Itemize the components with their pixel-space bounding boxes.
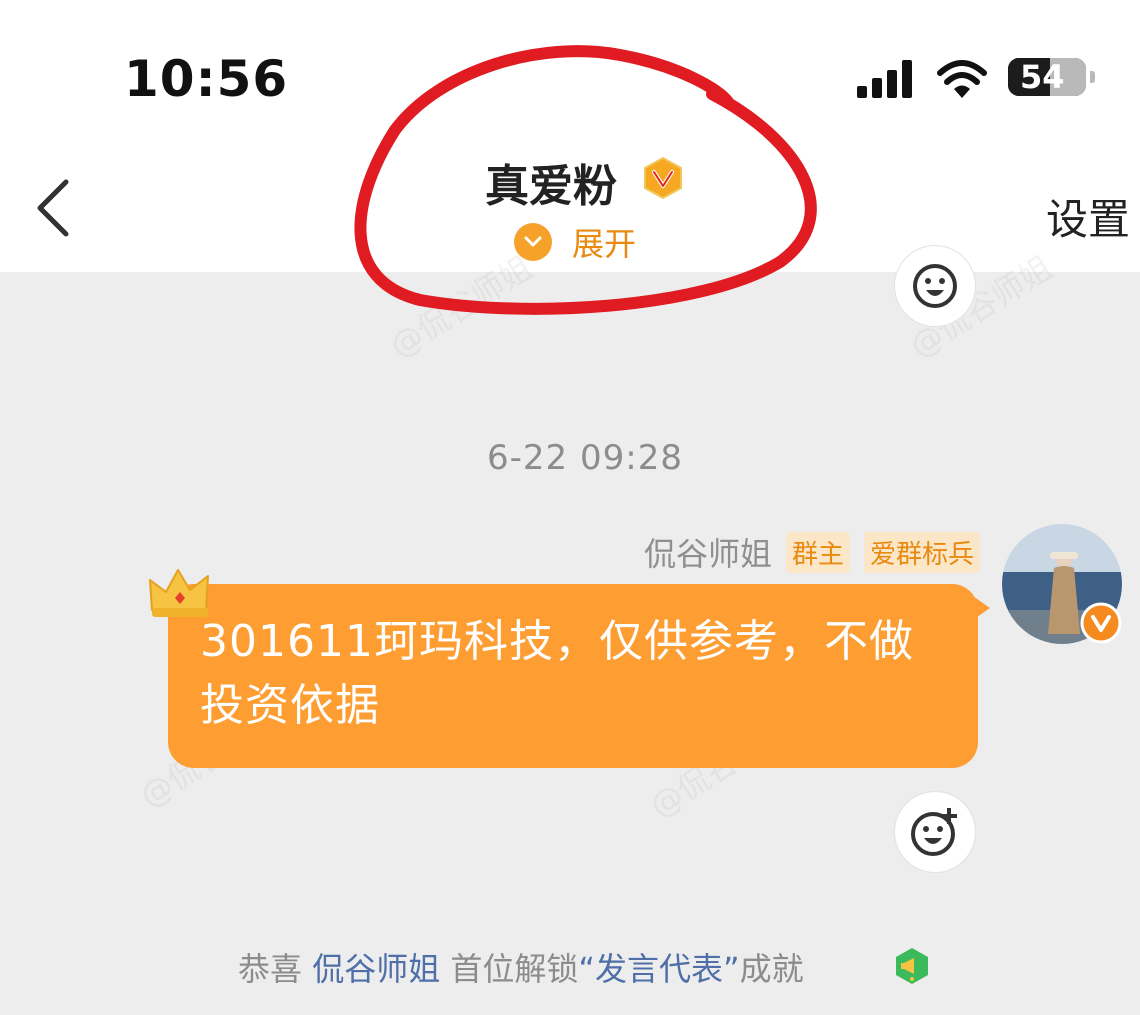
- tag-group-owner: 群主: [785, 531, 850, 573]
- expand-button[interactable]: 展开: [514, 220, 636, 264]
- message-bubble[interactable]: 301611珂玛科技，仅供参考，不做投资依据: [168, 584, 978, 768]
- crown-icon: [149, 569, 209, 617]
- back-chevron-icon[interactable]: [30, 176, 78, 240]
- smiley-add-icon: [911, 808, 957, 856]
- chat-area[interactable]: @侃谷师姐 @侃谷师姐 @侃谷师姐 @侃谷师姐 6-22 09:28 侃谷师姐 …: [0, 246, 1140, 1015]
- sender-name[interactable]: 侃谷师姐: [644, 529, 772, 575]
- status-bar: 10:56 54: [0, 0, 1140, 140]
- notice-achievement[interactable]: “发言代表”: [578, 950, 739, 988]
- battery-level: 54: [1020, 58, 1065, 96]
- v-verified-badge-icon: [1080, 602, 1122, 644]
- message-timestamp: 6-22 09:28: [487, 438, 683, 478]
- status-time: 10:56: [124, 50, 289, 108]
- group-title[interactable]: 真爱粉: [485, 150, 617, 214]
- wifi-icon: [937, 60, 987, 98]
- notice-middle: 首位解锁: [440, 950, 579, 988]
- achievement-badge-icon: [896, 948, 928, 984]
- add-reaction-button[interactable]: [895, 246, 975, 326]
- expand-label: 展开: [572, 225, 637, 263]
- v-verified-badge-icon: [644, 156, 682, 200]
- message-text: 301611珂玛科技，仅供参考，不做投资依据: [200, 616, 914, 731]
- battery-icon: 54: [1008, 58, 1095, 96]
- bubble-tail: [970, 594, 990, 622]
- tag-model-member: 爱群标兵: [863, 531, 980, 573]
- notice-user[interactable]: 侃谷师姐: [312, 950, 440, 988]
- settings-button[interactable]: 设置: [1046, 186, 1130, 247]
- sender-row: 侃谷师姐 群主 爱群标兵: [644, 531, 980, 573]
- achievement-notice: 恭喜 侃谷师姐 首位解锁“发言代表”成就: [238, 944, 804, 990]
- add-reaction-button[interactable]: [895, 792, 975, 872]
- signal-bars-icon: [857, 60, 917, 98]
- notice-prefix: 恭喜: [238, 950, 313, 988]
- notice-suffix: 成就: [739, 950, 804, 988]
- smiley-add-icon: [913, 264, 957, 308]
